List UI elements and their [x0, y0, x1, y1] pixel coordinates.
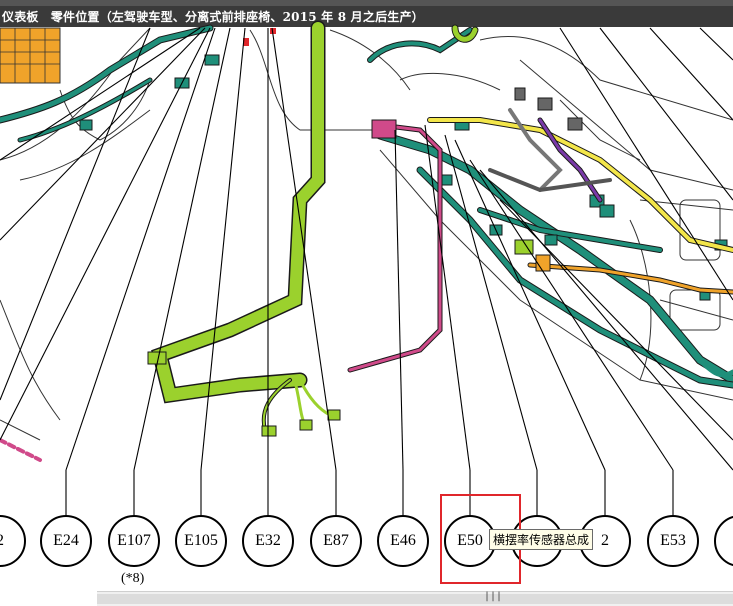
hover-tooltip: 横摆率传感器总成	[489, 529, 594, 550]
vehicle-outline-drawing	[0, 27, 733, 441]
pink-connector-shape	[371, 119, 397, 139]
scrollbar-thumb[interactable]	[97, 594, 733, 604]
red-markers	[243, 28, 276, 46]
grey-connector-shapes	[514, 87, 583, 131]
connector-e46[interactable]: E46	[377, 515, 429, 567]
junction-block-drawing	[0, 27, 61, 84]
green-harness-drawing	[151, 20, 479, 432]
connector-e32[interactable]: E32	[242, 515, 294, 567]
pink-harness-drawing	[0, 122, 443, 462]
connector-e24[interactable]: E24	[40, 515, 92, 567]
wiring-diagram	[0, 20, 733, 515]
connector-footnote: (*8)	[121, 571, 145, 586]
scrollbar-grip-icon: |||	[484, 591, 503, 602]
horizontal-scrollbar[interactable]	[97, 591, 733, 606]
connector-e105[interactable]: E105	[175, 515, 227, 567]
connector-e87[interactable]: E87	[310, 515, 362, 567]
connector-e53[interactable]: E53	[647, 515, 699, 567]
connector-e107[interactable]: E107	[108, 515, 160, 567]
teal-harness-drawing	[0, 24, 733, 389]
